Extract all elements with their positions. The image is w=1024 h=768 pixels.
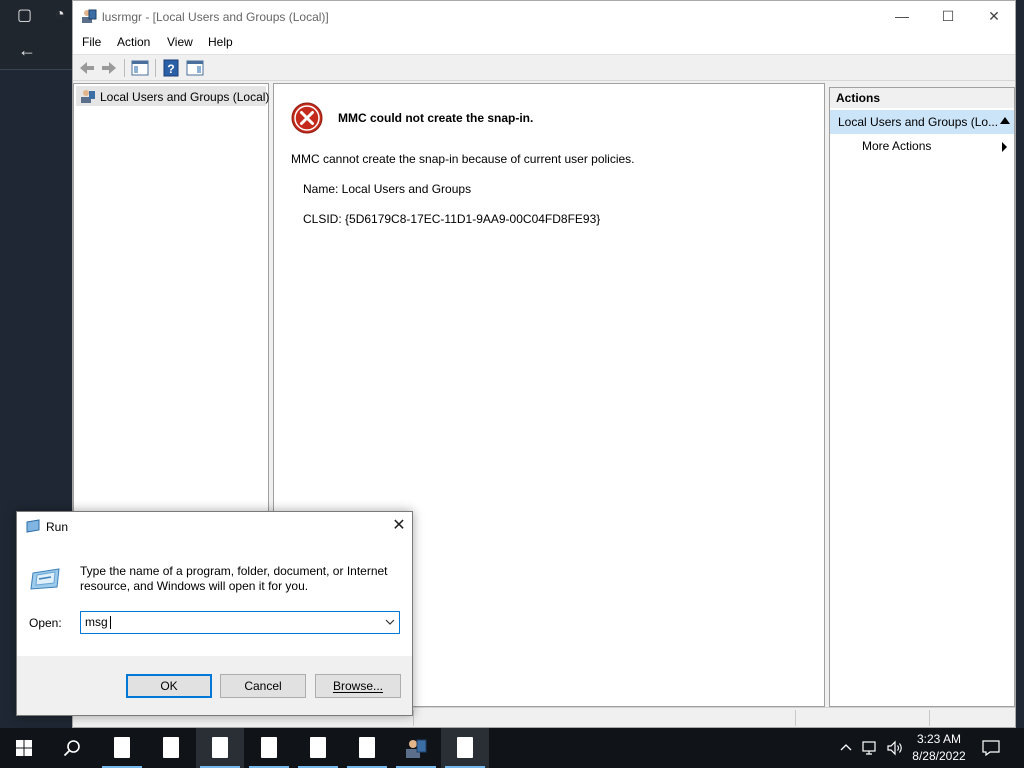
status-separator [795, 710, 796, 726]
document-icon [114, 737, 130, 758]
tab-view-icon[interactable]: ▢ [17, 8, 32, 24]
show-hide-tree-icon[interactable] [129, 58, 151, 78]
back-arrow-icon[interactable] [76, 58, 98, 78]
window-title: lusrmgr - [Local Users and Groups (Local… [102, 10, 329, 24]
text-caret [109, 616, 111, 630]
show-hide-action-pane-icon[interactable] [184, 58, 206, 78]
svg-text:?: ? [167, 62, 174, 76]
taskbar-app[interactable] [147, 728, 195, 768]
chevron-up-icon[interactable] [840, 742, 852, 754]
help-icon[interactable]: ? [160, 58, 182, 78]
title-bar[interactable]: lusrmgr - [Local Users and Groups (Local… [73, 1, 1015, 32]
edge-icon[interactable]: ◔ [55, 7, 65, 23]
open-combobox[interactable]: msg [80, 611, 400, 634]
menu-file[interactable]: File [82, 35, 101, 49]
clock-date[interactable]: 8/28/2022 [908, 749, 970, 763]
document-icon [457, 737, 473, 758]
run-close-button[interactable]: ✕ [387, 515, 411, 537]
status-separator [929, 710, 930, 726]
notifications-icon[interactable] [982, 740, 1000, 756]
status-separator [413, 710, 414, 726]
chevron-down-icon[interactable] [385, 617, 395, 627]
document-icon [261, 737, 277, 758]
taskbar-app[interactable] [98, 728, 146, 768]
cancel-button[interactable]: Cancel [220, 674, 306, 698]
open-input-value: msg [85, 615, 108, 629]
run-button-bar: OK Cancel Browse... [17, 656, 412, 715]
minimize-button[interactable]: — [879, 1, 925, 32]
users-icon [81, 90, 95, 103]
collapse-arrow-icon[interactable] [1000, 117, 1010, 124]
submenu-arrow-icon [1002, 142, 1007, 152]
taskbar-app[interactable] [245, 728, 293, 768]
taskbar-app[interactable] [441, 728, 489, 768]
actions-pane: Actions Local Users and Groups (Lo... Mo… [829, 87, 1015, 707]
tree-item-label: Local Users and Groups (Local) [100, 90, 270, 104]
browse-button[interactable]: Browse... [315, 674, 401, 698]
run-dialog: Run ✕ Type the name of a program, folder… [16, 511, 413, 716]
background-edge [1016, 0, 1024, 728]
windows-start-icon[interactable] [16, 740, 32, 756]
run-program-icon [30, 568, 60, 590]
users-icon [82, 9, 97, 23]
ok-button[interactable]: OK [126, 674, 212, 698]
maximize-button[interactable]: ☐ [925, 1, 971, 32]
document-icon [359, 737, 375, 758]
menu-help[interactable]: Help [208, 35, 233, 49]
error-clsid: CLSID: {5D6179C8-17EC-11D1-9AA9-00C04FD8… [303, 212, 601, 226]
actions-section-label: Local Users and Groups (Lo... [838, 115, 999, 129]
run-description: Type the name of a program, folder, docu… [80, 564, 388, 593]
taskbar: 3:23 AM 8/28/2022 [0, 728, 1024, 768]
back-arrow-icon[interactable]: ← [18, 41, 36, 59]
clock-time[interactable]: 3:23 AM [908, 732, 970, 746]
error-message: MMC cannot create the snap-in because of… [291, 152, 635, 166]
toolbar-separator [124, 59, 125, 77]
forward-arrow-icon[interactable] [98, 58, 120, 78]
open-label: Open: [29, 616, 62, 630]
run-icon [26, 519, 40, 533]
actions-section-header[interactable]: Local Users and Groups (Lo... [830, 110, 1014, 134]
more-actions-item[interactable]: More Actions [862, 139, 931, 153]
menu-bar: File Action View Help [73, 32, 1015, 54]
search-icon[interactable] [63, 739, 81, 757]
close-button[interactable]: ✕ [971, 1, 1017, 32]
background-toolbar: ▢ ◔ ← [0, 0, 72, 70]
menu-view[interactable]: View [167, 35, 193, 49]
error-title: MMC could not create the snap-in. [338, 111, 534, 125]
actions-header: Actions [830, 88, 1014, 108]
document-icon [212, 737, 228, 758]
toolbar-separator [155, 59, 156, 77]
taskbar-app[interactable] [294, 728, 342, 768]
document-icon [163, 737, 179, 758]
taskbar-app[interactable] [196, 728, 244, 768]
taskbar-app-lusrmgr[interactable] [392, 728, 440, 768]
toolbar: ? [73, 54, 1015, 81]
network-icon[interactable] [862, 740, 880, 756]
menu-action[interactable]: Action [117, 35, 150, 49]
error-icon [291, 102, 323, 134]
tree-item-local-users-groups[interactable]: Local Users and Groups (Local) [76, 86, 270, 106]
volume-icon[interactable] [886, 740, 904, 756]
run-title: Run [46, 520, 69, 534]
taskbar-app[interactable] [343, 728, 391, 768]
error-snapin-name: Name: Local Users and Groups [303, 182, 472, 196]
users-icon [406, 739, 427, 758]
document-icon [310, 737, 326, 758]
